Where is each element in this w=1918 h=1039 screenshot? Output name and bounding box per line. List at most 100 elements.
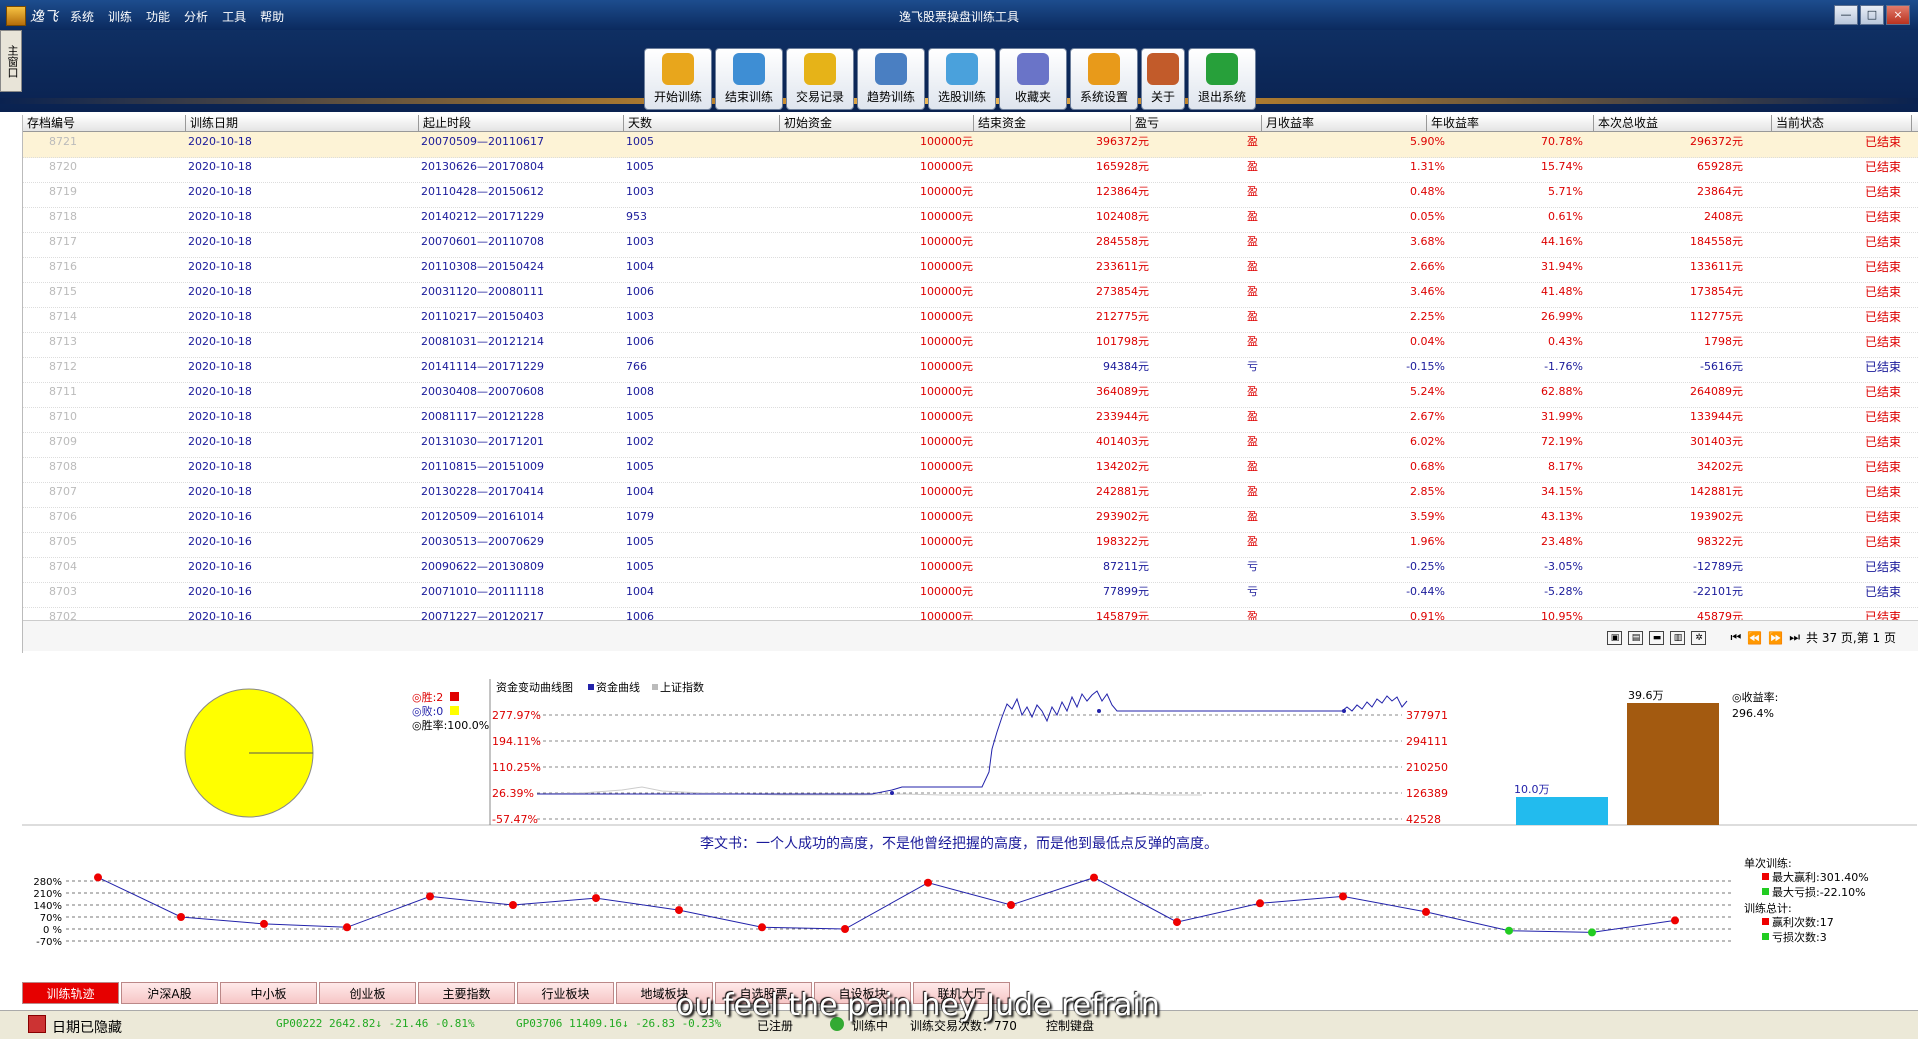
toolbar-button-7[interactable]: 关于: [1141, 48, 1185, 110]
table-cell: 100000元: [920, 510, 973, 523]
toolbar-button-2[interactable]: 交易记录: [786, 48, 854, 110]
table-row[interactable]: 8719 2020-10-18 20110428—20150612 1003 10000…: [23, 182, 1918, 208]
toolbar-button-3[interactable]: 趋势训练: [857, 48, 925, 110]
table-cell: 1798元: [1704, 335, 1743, 348]
toolbar-button-label: 收藏夹: [1014, 90, 1051, 104]
table-row[interactable]: 8717 2020-10-18 20070601—20110708 1003 10000…: [23, 232, 1918, 258]
table-cell: 盈: [1247, 310, 1258, 323]
table-row[interactable]: 8709 2020-10-18 20131030—20171201 1002 10000…: [23, 432, 1918, 458]
table-cell: 2.67%: [1410, 410, 1445, 423]
table-row[interactable]: 8707 2020-10-18 20130228—20170414 1004 10000…: [23, 482, 1918, 508]
tab-5[interactable]: 行业板块: [517, 982, 614, 1004]
calendar-icon: [28, 1015, 46, 1033]
toolbar-button-1[interactable]: 结束训练: [715, 48, 783, 110]
column-header[interactable]: 年收益率: [1427, 115, 1594, 131]
track-point: [1256, 899, 1264, 908]
table-cell: 112775元: [1690, 310, 1743, 323]
table-cell: 100000元: [920, 385, 973, 398]
table-cell: 1079: [626, 510, 654, 523]
table-row[interactable]: 8705 2020-10-16 20030513—20070629 1005 10000…: [23, 532, 1918, 558]
delete-icon[interactable]: ▥: [1670, 630, 1686, 645]
table-cell: 已结束: [1864, 185, 1901, 199]
column-header[interactable]: 盈亏: [1131, 115, 1262, 131]
table-cell: 1005: [626, 410, 654, 423]
table-row[interactable]: 8720 2020-10-18 20130626—20170804 1005 10000…: [23, 157, 1918, 183]
prev-page-icon[interactable]: ⏪: [1747, 631, 1762, 645]
table-row[interactable]: 8715 2020-10-18 20031120—20080111 1006 10000…: [23, 282, 1918, 308]
next-page-icon[interactable]: ⏩: [1768, 631, 1783, 645]
table-cell: 233944元: [1096, 410, 1149, 423]
table-cell: 盈: [1247, 160, 1258, 173]
column-header[interactable]: 起止时段: [419, 115, 624, 131]
column-header[interactable]: 训练日期: [186, 115, 419, 131]
table-row[interactable]: 8710 2020-10-18 20081117—20121228 1005 10000…: [23, 407, 1918, 433]
table-row[interactable]: 8713 2020-10-18 20081031—20121214 1006 10000…: [23, 332, 1918, 358]
table-cell: 盈: [1247, 235, 1258, 248]
table-cell: 23.48%: [1541, 535, 1583, 548]
table-cell: 已结束: [1864, 360, 1901, 374]
table-cell: 盈: [1247, 385, 1258, 398]
table-cell: 2020-10-18: [188, 310, 252, 323]
export-icon[interactable]: ▣: [1607, 630, 1623, 645]
table-row[interactable]: 8706 2020-10-16 20120509—20161014 1079 10000…: [23, 507, 1918, 533]
table-cell: 77899元: [1103, 585, 1149, 598]
column-header[interactable]: 天数: [624, 115, 780, 131]
tab-0[interactable]: 训练轨迹: [22, 982, 119, 1004]
table-cell: 8721: [49, 135, 77, 148]
table-row[interactable]: 8703 2020-10-16 20071010—20111118 1004 10000…: [23, 582, 1918, 608]
tab-1[interactable]: 沪深A股: [121, 982, 218, 1004]
column-header[interactable]: 当前状态: [1772, 115, 1912, 131]
table-cell: -0.15%: [1406, 360, 1445, 373]
table-cell: 20110308—20150424: [421, 260, 544, 273]
toolbar-button-4[interactable]: 选股训练: [928, 48, 996, 110]
main-window-side-tab[interactable]: 主窗口: [0, 30, 22, 92]
settings-icon[interactable]: ✲: [1691, 630, 1707, 645]
table-row[interactable]: 8716 2020-10-18 20110308—20150424 1004 10000…: [23, 257, 1918, 283]
table-row[interactable]: 8712 2020-10-18 20141114—20171229 766 100000…: [23, 357, 1918, 383]
copy-icon[interactable]: ▤: [1628, 630, 1644, 645]
column-header[interactable]: 结束资金: [974, 115, 1131, 131]
track-y-tick: 210%: [33, 889, 62, 900]
column-header[interactable]: 本次总收益: [1594, 115, 1772, 131]
table-row[interactable]: 8708 2020-10-18 20110815—20151009 1005 10000…: [23, 457, 1918, 483]
table-cell: 20081031—20121214: [421, 335, 544, 348]
toolbar-button-0[interactable]: 开始训练: [644, 48, 712, 110]
track-point: [177, 913, 185, 921]
table-cell: 1003: [626, 185, 654, 198]
table-cell: 296372元: [1690, 135, 1743, 148]
column-header[interactable]: 存档编号: [23, 115, 186, 131]
last-page-icon[interactable]: ⏭: [1789, 630, 1800, 645]
toolbar-button-6[interactable]: 系统设置: [1070, 48, 1138, 110]
table-cell: 123864元: [1096, 185, 1149, 198]
table-cell: 134202元: [1096, 460, 1149, 473]
table-cell: 142881元: [1690, 485, 1743, 498]
minimize-button[interactable]: —: [1834, 5, 1858, 25]
table-row[interactable]: 8711 2020-10-18 20030408—20070608 1008 10000…: [23, 382, 1918, 408]
fund-right-tick: 377971: [1406, 709, 1448, 722]
table-cell: 953: [626, 210, 647, 223]
table-cell: -1.76%: [1544, 360, 1583, 373]
close-button[interactable]: ×: [1886, 5, 1910, 25]
tab-2[interactable]: 中小板: [220, 982, 317, 1004]
column-header[interactable]: 月收益率: [1262, 115, 1427, 131]
toolbar-button-8[interactable]: 退出系统: [1188, 48, 1256, 110]
minus-icon[interactable]: ▬: [1649, 630, 1665, 645]
tab-4[interactable]: 主要指数: [418, 982, 515, 1004]
table-cell: 8718: [49, 210, 77, 223]
index-legend-swatch: [652, 684, 658, 690]
first-page-icon[interactable]: ⏮: [1730, 630, 1741, 645]
table-cell: 2.66%: [1410, 260, 1445, 273]
toolbar-button-5[interactable]: 收藏夹: [999, 48, 1067, 110]
column-header[interactable]: 初始资金: [780, 115, 974, 131]
table-row[interactable]: 8704 2020-10-16 20090622—20130809 1005 10000…: [23, 557, 1918, 583]
maximize-button[interactable]: □: [1860, 5, 1884, 25]
table-cell: 8715: [49, 285, 77, 298]
table-cell: 8717: [49, 235, 77, 248]
tab-3[interactable]: 创业板: [319, 982, 416, 1004]
table-row[interactable]: 8714 2020-10-18 20110217—20150403 1003 10000…: [23, 307, 1918, 333]
table-row[interactable]: 8721 2020-10-18 20070509—20110617 1005 10000…: [23, 132, 1918, 158]
table-row[interactable]: 8718 2020-10-18 20140212—20171229 953 100000…: [23, 207, 1918, 233]
track-point: [1173, 918, 1181, 927]
rate-value: 296.4%: [1732, 707, 1774, 720]
table-cell: 2020-10-18: [188, 410, 252, 423]
